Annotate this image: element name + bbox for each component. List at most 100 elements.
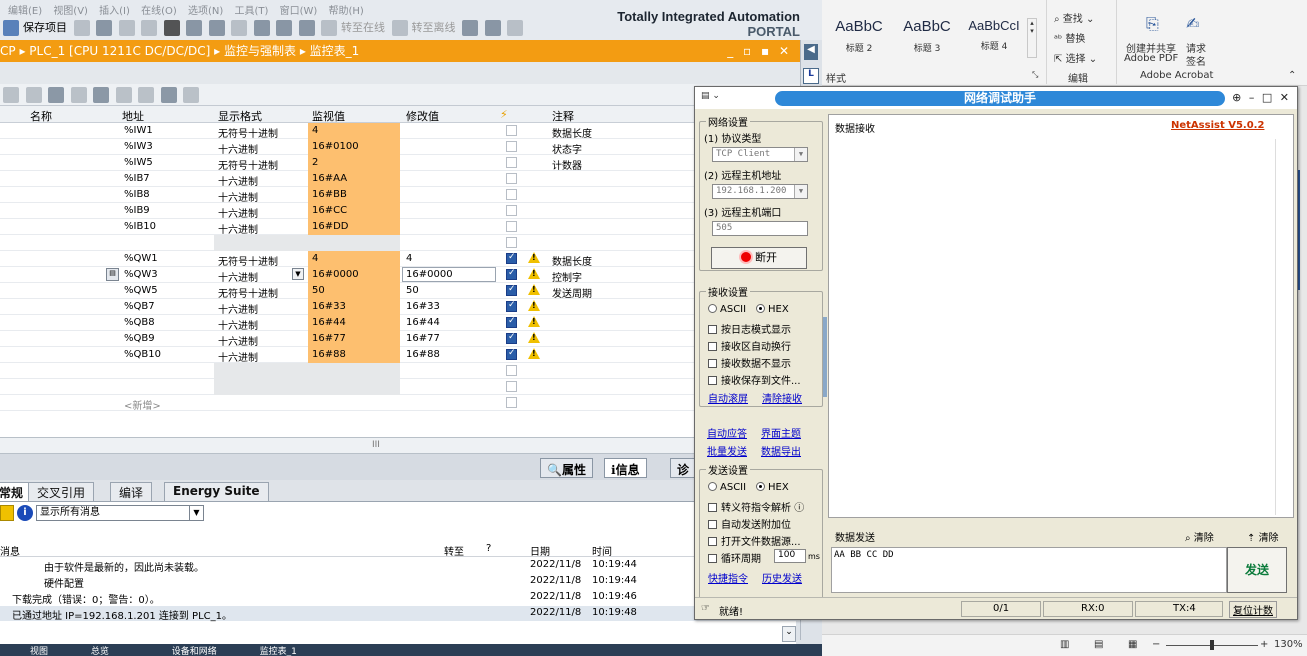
modify-checkbox[interactable] — [506, 252, 517, 264]
tab-cross-reference[interactable]: 交叉引用 — [28, 482, 95, 501]
modify-checkbox[interactable] — [506, 300, 517, 312]
redo-icon[interactable] — [208, 20, 225, 36]
col-modify[interactable]: 修改值 — [406, 108, 439, 124]
split-editor-icon[interactable] — [484, 20, 501, 36]
receive-area[interactable] — [828, 114, 1294, 518]
collapse-ribbon-icon[interactable]: ⌃ — [1288, 70, 1296, 81]
disconnect-button[interactable]: 断开 — [711, 247, 807, 269]
breadcrumb-plc[interactable]: PLC_1 [CPU 1211C DC/DC/DC] — [29, 44, 210, 58]
auto-reply-link[interactable]: 自动应答 — [707, 425, 747, 440]
send-hex-radio[interactable]: HEX — [756, 482, 789, 493]
table-row[interactable]: %IB10 十六进制 16#DD — [0, 219, 796, 236]
taskbar-portal-view[interactable]: 视图 — [30, 647, 48, 656]
format-cell[interactable]: 十六进制 — [218, 317, 258, 332]
loop-period-input[interactable]: 100 — [774, 549, 806, 563]
styles-dialog-launcher-icon[interactable]: ⤡ — [1032, 70, 1038, 80]
message-row[interactable]: 下载完成（错误：0；警告：0）。 2022/11/8 10:19:46 — [0, 590, 796, 606]
table-row[interactable]: %IB7 十六进制 16#AA — [0, 171, 796, 188]
print-layout-icon[interactable]: ▤ — [1094, 639, 1103, 650]
table-row[interactable]: %QB7 十六进制 16#33 16#33 — [0, 299, 796, 316]
format-cell[interactable]: 十六进制 — [218, 173, 258, 188]
modify-value[interactable]: 16#88 — [406, 349, 440, 360]
unforce-icon[interactable] — [115, 87, 132, 103]
col-goto[interactable]: 转至 — [444, 543, 464, 558]
protocol-select[interactable]: TCP Client ▼ — [712, 147, 808, 162]
zoom-slider-thumb[interactable] — [1210, 640, 1214, 650]
menu-insert[interactable]: 插入(I) — [99, 2, 130, 17]
menu-edit[interactable]: 编辑(E) — [8, 2, 42, 17]
format-dropdown-icon[interactable]: ▼ — [292, 268, 304, 280]
styles-scroll[interactable]: ▴ ▾ — [1027, 18, 1037, 58]
message-row[interactable]: 硬件配置 2022/11/8 10:19:44 — [0, 574, 796, 590]
message-row[interactable]: 已通过地址 IP=192.168.1.201 连接到 PLC_1。 2022/11… — [0, 606, 796, 622]
modify-checkbox[interactable] — [506, 173, 517, 184]
compile-icon[interactable] — [231, 20, 247, 36]
simulate-icon[interactable] — [298, 20, 315, 36]
modify-checkbox[interactable] — [506, 205, 517, 216]
format-cell[interactable]: 十六进制 — [218, 221, 258, 236]
modify-value[interactable]: 16#0000 — [406, 269, 453, 280]
modify-value[interactable]: 16#33 — [406, 301, 440, 312]
read-mode-icon[interactable]: ▥ — [1060, 639, 1069, 650]
taskbar-watch-table[interactable]: 监控表_1 — [260, 647, 297, 656]
modify-checkbox[interactable] — [506, 316, 517, 328]
modify-checkbox[interactable] — [506, 268, 517, 280]
expand-task-cards-icon[interactable]: ◀ — [804, 44, 818, 60]
address-cell[interactable]: %IB8 — [124, 189, 150, 200]
table-row[interactable] — [0, 379, 796, 395]
modify-value[interactable]: 16#44 — [406, 317, 440, 328]
delete-icon[interactable] — [163, 20, 180, 36]
go-online-button[interactable]: 转至在线 — [341, 19, 385, 37]
save-to-file-checkbox[interactable]: 接收保存到文件... — [708, 372, 801, 387]
editor-window-controls[interactable]: _ ▫ ▪ ✕ — [727, 40, 792, 62]
loop-period-checkbox[interactable]: 循环周期 — [708, 550, 761, 565]
modify-value[interactable]: 16#77 — [406, 333, 440, 344]
web-layout-icon[interactable]: ▦ — [1128, 639, 1137, 650]
download-icon[interactable] — [253, 20, 270, 36]
info-filter-icon[interactable]: i — [17, 505, 33, 521]
comment-cell[interactable]: 状态字 — [552, 141, 582, 156]
col-name[interactable]: 名称 — [30, 108, 52, 124]
comment-cell[interactable]: 发送周期 — [552, 285, 592, 300]
modify-now-icon[interactable] — [48, 87, 64, 103]
horizontal-scrollbar[interactable]: III — [0, 438, 796, 454]
file-source-checkbox[interactable]: 打开文件数据源... — [708, 533, 801, 548]
table-row[interactable]: %QW1 无符号十进制 4 4 数据长度 — [0, 251, 796, 268]
undo-icon[interactable] — [186, 20, 202, 36]
info-icon[interactable]: ⓘ — [794, 503, 804, 514]
table-row[interactable]: %IB9 十六进制 16#CC — [0, 203, 796, 220]
modify-trigger-icon[interactable] — [70, 87, 87, 103]
comment-cell[interactable]: 计数器 — [552, 157, 582, 172]
modify-checkbox[interactable] — [506, 237, 517, 248]
remote-port-input[interactable]: 505 — [712, 221, 808, 236]
clear-all-button[interactable]: ⇡ 清除 — [1247, 529, 1279, 544]
modify-checkbox[interactable] — [506, 332, 517, 344]
insert-row-icon[interactable] — [3, 87, 19, 103]
address-cell[interactable]: %QB9 — [124, 333, 155, 344]
menu-help[interactable]: 帮助(H) — [328, 2, 363, 17]
history-link[interactable]: 历史发送 — [762, 570, 802, 585]
table-row[interactable]: %QB10 十六进制 16#88 16#88 — [0, 347, 796, 364]
format-cell[interactable]: 十六进制 — [218, 333, 258, 348]
table-row[interactable]: %IW3 十六进制 16#0100 状态字 — [0, 139, 796, 156]
empty-cell[interactable] — [214, 235, 400, 251]
recv-hex-radio[interactable]: HEX — [756, 304, 789, 315]
data-export-link[interactable]: 数据导出 — [761, 443, 801, 458]
modify-checkbox[interactable] — [506, 189, 517, 200]
menu-online[interactable]: 在线(O) — [141, 2, 177, 17]
remote-host-select[interactable]: 192.168.1.200 ▼ — [712, 184, 808, 199]
address-cell[interactable]: %IW1 — [124, 125, 153, 136]
address-cell[interactable]: %QW5 — [124, 285, 158, 296]
version-link[interactable]: NetAssist V5.0.2 — [1171, 120, 1264, 131]
warning-filter-icon[interactable] — [0, 505, 14, 521]
address-cell[interactable]: %QB8 — [124, 317, 155, 328]
style-heading-3[interactable]: AaBbC 标题 3 — [896, 14, 958, 60]
col-monitor[interactable]: 监视值 — [312, 108, 345, 124]
address-cell[interactable]: <新增> — [124, 397, 161, 412]
modify-checkbox[interactable] — [506, 221, 517, 232]
table-row[interactable]: %IB8 十六进制 16#BB — [0, 187, 796, 204]
table-row[interactable]: ▤ ▼ %QW3 十六进制 16#0000 16#0000 控制字 — [0, 267, 796, 284]
table-row[interactable] — [0, 235, 796, 251]
send-ascii-radio[interactable]: ASCII — [708, 482, 746, 493]
col-address[interactable]: 地址 — [122, 108, 144, 124]
